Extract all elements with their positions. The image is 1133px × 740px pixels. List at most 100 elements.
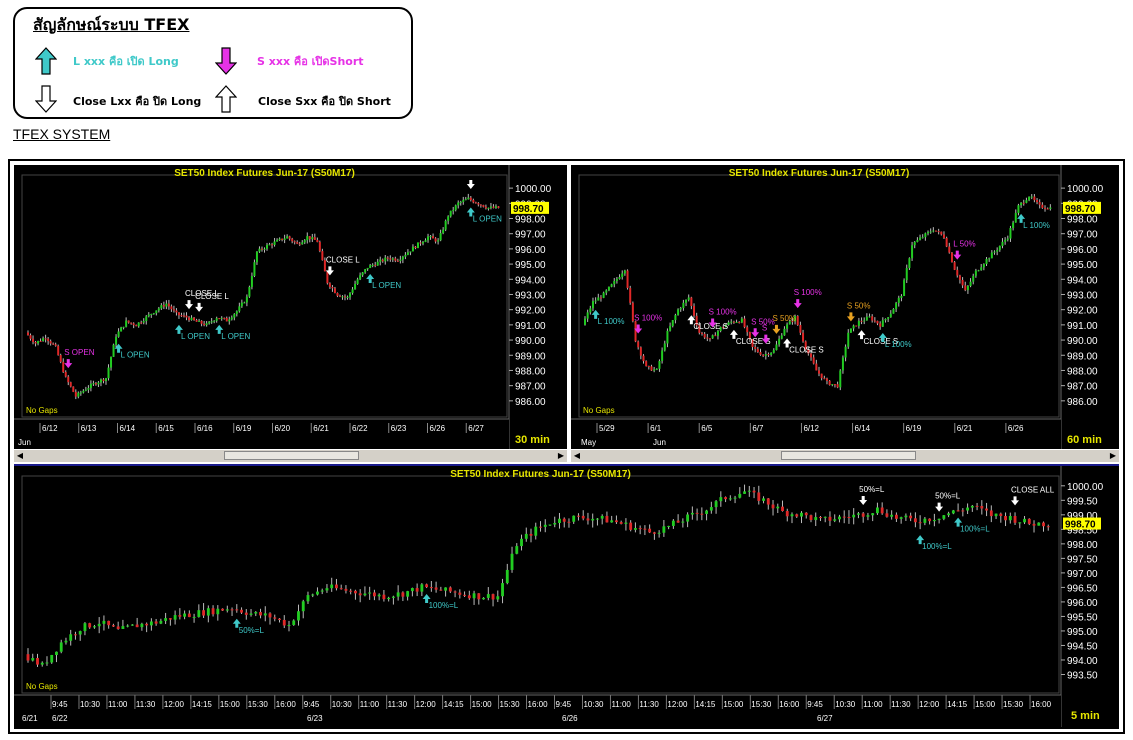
c5-candle <box>88 623 92 628</box>
c5-candle <box>1013 515 1017 523</box>
c5-time-label: 15:30 <box>1003 700 1024 709</box>
c30-candle <box>306 236 309 241</box>
c5-candle <box>553 522 557 525</box>
c5-candle <box>463 594 466 596</box>
scroll-right-icon[interactable]: ▶ <box>1107 450 1119 461</box>
c60-candle <box>988 258 991 260</box>
c5-candle <box>539 526 542 528</box>
c60-candle <box>599 297 602 299</box>
c5-candle <box>292 620 296 625</box>
c60-candle <box>714 335 717 337</box>
c60-candle <box>823 378 826 380</box>
c5-candle <box>762 498 765 501</box>
c60-candle <box>661 350 664 361</box>
c30-candle <box>271 244 274 246</box>
c60-candle <box>905 268 908 281</box>
scroll-thumb-30min[interactable] <box>224 451 359 460</box>
c30-title: SET50 Index Futures Jun-17 (S50M17) <box>174 168 355 179</box>
c5-candle <box>339 588 343 590</box>
c5-time-label: 11:00 <box>108 700 128 709</box>
c5-candle <box>904 515 908 518</box>
c60-candle <box>825 378 828 381</box>
scroll-left-icon[interactable]: ◀ <box>571 450 583 461</box>
c30-candle <box>484 206 487 209</box>
c5-candle <box>202 610 206 616</box>
c5-candle <box>520 538 523 547</box>
c60-candle <box>972 275 975 282</box>
scrollbar-60min[interactable]: ◀ ▶ <box>571 449 1119 462</box>
c5-time-label: 15:00 <box>975 700 996 709</box>
c60-candle <box>786 324 789 329</box>
c60-candle <box>897 297 900 303</box>
c60-candle <box>998 245 1001 251</box>
c30-candle <box>230 317 233 320</box>
c30-candle <box>228 319 231 322</box>
c5-candle <box>130 624 134 626</box>
c5-candle <box>909 515 913 519</box>
c30-signal-label: S OPEN <box>64 348 94 357</box>
c60-candle <box>980 267 983 271</box>
c5-signal-label: 50%=L <box>859 485 885 494</box>
c5-candle <box>975 505 979 507</box>
scroll-thumb-60min[interactable] <box>781 451 916 460</box>
c30-candle <box>489 206 492 208</box>
c60-candle <box>990 252 993 259</box>
c5-candle <box>320 590 324 592</box>
c60-candle <box>639 347 642 356</box>
c30-date-label: 6/16 <box>197 424 213 433</box>
c60-candle <box>634 321 637 342</box>
c30-candle <box>389 258 392 260</box>
c30-signal-arrow-icon <box>64 359 73 369</box>
c5-candle <box>235 609 239 611</box>
c5-tick-label: 996.50 <box>1067 583 1098 594</box>
c5-candle <box>154 621 158 624</box>
c5-candle <box>36 658 39 665</box>
c30-candle <box>371 264 374 266</box>
c30-candle <box>190 317 193 321</box>
c60-candle <box>591 301 594 309</box>
c5-candle <box>363 593 367 596</box>
c5-candle <box>472 593 476 599</box>
c60-candle <box>621 273 624 278</box>
c30-candle <box>492 206 495 208</box>
c5-candle <box>1042 522 1045 527</box>
c5-candle <box>69 634 73 641</box>
c5-time-label: 14:15 <box>192 700 213 709</box>
c5-candle <box>671 520 675 526</box>
c30-candle <box>34 342 37 344</box>
c60-candle <box>666 330 669 344</box>
c30-candle <box>115 336 118 345</box>
c60-candle <box>841 357 844 371</box>
c60-candle <box>873 320 876 322</box>
c5-candle <box>225 609 229 611</box>
c30-signal-label: CLOSE L <box>195 292 229 301</box>
c5-time-label: 10:30 <box>835 700 856 709</box>
c5-tick-label: 996.00 <box>1067 598 1098 609</box>
c30-candle <box>104 378 107 382</box>
c30-candle <box>137 322 140 327</box>
c30-candle <box>135 325 138 327</box>
c5-candle <box>747 490 751 492</box>
c60-tick-label: 996.00 <box>1067 245 1098 256</box>
c30-signal-label: L OPEN <box>372 281 401 290</box>
c30-candle <box>142 321 145 323</box>
scrollbar-30min[interactable]: ◀ ▶ <box>14 449 567 462</box>
c60-candle <box>711 335 714 339</box>
c5-candle <box>78 631 82 635</box>
c60-candle <box>932 230 935 232</box>
scroll-right-icon[interactable]: ▶ <box>555 450 567 461</box>
c5-candle <box>562 518 566 522</box>
c5-candle <box>64 640 68 643</box>
chart-30min: SET50 Index Futures Jun-17 (S50M17) 1000.… <box>14 165 567 451</box>
c30-candle <box>167 303 170 307</box>
c5-candle <box>178 615 182 617</box>
c60-candle <box>1046 208 1049 210</box>
c5-candle <box>980 505 984 509</box>
scroll-left-icon[interactable]: ◀ <box>14 450 26 461</box>
c60-candle <box>942 234 945 238</box>
c5-candle <box>629 522 633 530</box>
c30-candle <box>188 317 191 321</box>
c60-candle <box>799 325 802 333</box>
c5-time-label: 10:30 <box>80 700 101 709</box>
c5-candle <box>126 625 130 627</box>
